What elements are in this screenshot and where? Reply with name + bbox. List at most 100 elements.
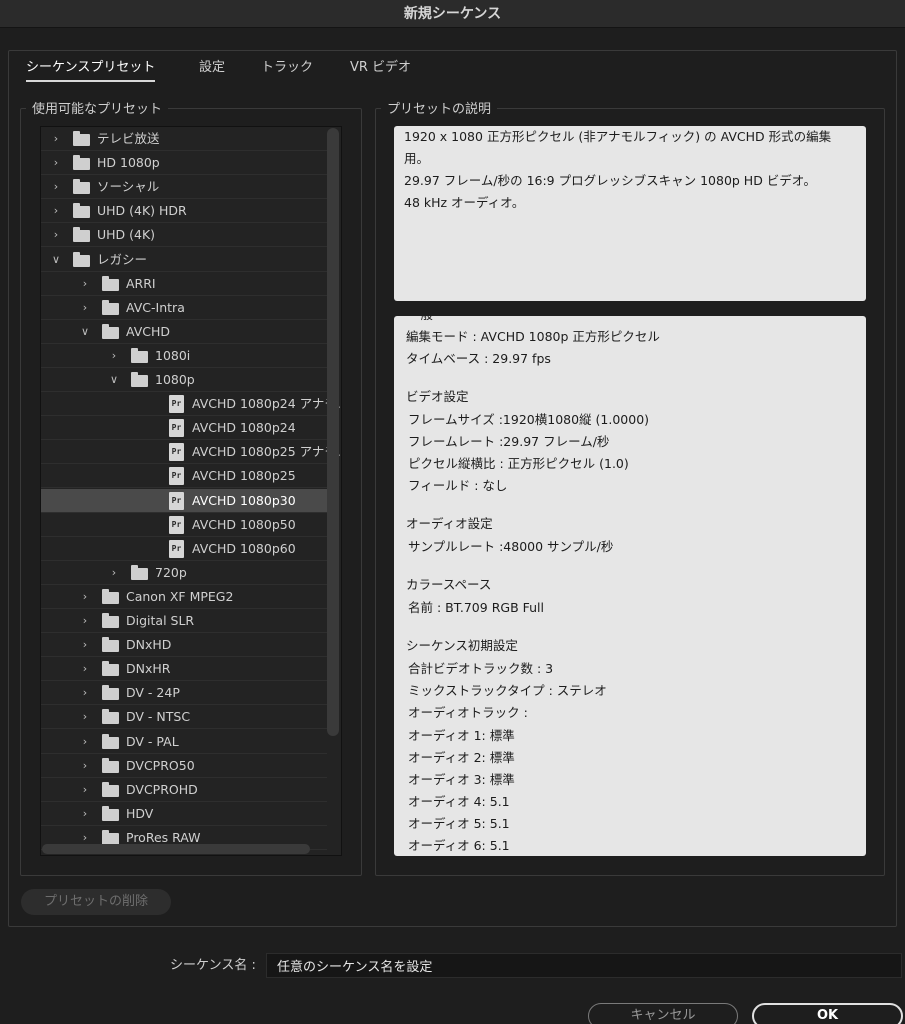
- folder-label: Digital SLR: [126, 613, 195, 628]
- chevron-right-icon[interactable]: ›: [107, 344, 121, 368]
- detail-value: サンプルレート :48000 サンプル/秒: [408, 539, 614, 554]
- chevron-right-icon[interactable]: ›: [78, 754, 92, 778]
- folder-icon: [73, 227, 90, 242]
- folder-label: UHD (4K): [97, 227, 156, 242]
- detail-value: オーディオトラック :: [408, 705, 528, 720]
- preset-details-box[interactable]: 一般 編集モード : AVCHD 1080p 正方形ピクセルタイムベース : 2…: [394, 316, 866, 856]
- folder-item[interactable]: › Canon XF MPEG2: [41, 585, 327, 609]
- chevron-right-icon[interactable]: ›: [49, 127, 63, 151]
- chevron-right-icon[interactable]: ›: [78, 705, 92, 729]
- detail-heading: ビデオ設定: [406, 389, 469, 404]
- folder-label: HD 1080p: [97, 155, 160, 170]
- detail-value: オーディオ 6: 5.1: [408, 838, 510, 853]
- chevron-right-icon[interactable]: ›: [78, 657, 92, 681]
- folder-item[interactable]: › DVCPRO50: [41, 754, 327, 778]
- detail-heading: オーディオ設定: [406, 516, 493, 531]
- preset-item[interactable]: Pr AVCHD 1080p25 アナモ...: [41, 440, 341, 464]
- chevron-right-icon[interactable]: ›: [78, 585, 92, 609]
- folder-label: DV - 24P: [126, 685, 180, 700]
- detail-value: フィールド : なし: [408, 478, 508, 493]
- chevron-down-icon[interactable]: ∨: [107, 368, 121, 392]
- detail-heading: 編集モード : AVCHD 1080p 正方形ピクセル: [406, 329, 660, 344]
- folder-label: 1080p: [155, 372, 195, 387]
- folder-icon: [131, 348, 148, 363]
- sequence-name-label: シーケンス名 :: [170, 958, 256, 973]
- chevron-down-icon[interactable]: ∨: [49, 248, 63, 272]
- preset-item[interactable]: Pr AVCHD 1080p24: [41, 416, 327, 440]
- premiere-preset-icon: Pr: [169, 443, 184, 461]
- detail-value: オーディオ 4: 5.1: [408, 794, 510, 809]
- folder-item[interactable]: › DVCPROHD: [41, 778, 327, 802]
- tab-sequence-presets[interactable]: シーケンスプリセット: [26, 58, 156, 82]
- cancel-button[interactable]: キャンセル: [588, 1003, 738, 1024]
- preset-item[interactable]: Pr AVCHD 1080p24 アナモ...: [41, 392, 341, 416]
- preset-item[interactable]: Pr AVCHD 1080p25: [41, 464, 327, 488]
- folder-label: DNxHD: [126, 637, 172, 652]
- ok-button[interactable]: OK: [752, 1003, 903, 1024]
- chevron-right-icon[interactable]: ›: [78, 681, 92, 705]
- preset-item[interactable]: Pr AVCHD 1080p50: [41, 513, 327, 537]
- chevron-right-icon[interactable]: ›: [78, 802, 92, 826]
- folder-item[interactable]: › DV - PAL: [41, 730, 327, 754]
- details-section-header: 一般: [408, 316, 433, 326]
- preset-item[interactable]: Pr AVCHD 1080p60: [41, 537, 327, 561]
- folder-icon: [102, 276, 119, 291]
- folder-icon: [102, 661, 119, 676]
- folder-label: 720p: [155, 565, 187, 580]
- chevron-right-icon[interactable]: ›: [49, 151, 63, 175]
- folder-item[interactable]: › UHD (4K): [41, 223, 327, 247]
- folder-item[interactable]: › 720p: [41, 561, 327, 585]
- delete-preset-button[interactable]: プリセットの削除: [21, 889, 171, 915]
- preset-label: AVCHD 1080p25 アナモ...: [192, 444, 342, 459]
- chevron-down-icon[interactable]: ∨: [78, 320, 92, 344]
- folder-item[interactable]: ∨ レガシー: [41, 248, 327, 272]
- chevron-right-icon[interactable]: ›: [78, 730, 92, 754]
- folder-item[interactable]: › DV - 24P: [41, 681, 327, 705]
- folder-item[interactable]: › Digital SLR: [41, 609, 327, 633]
- detail-value: 名前 : BT.709 RGB Full: [408, 600, 544, 615]
- folder-item[interactable]: › 1080i: [41, 344, 327, 368]
- tree-horizontal-scrollbar[interactable]: [42, 844, 310, 854]
- folder-item[interactable]: › DV - NTSC: [41, 705, 327, 729]
- preset-tree[interactable]: › テレビ放送 › HD 1080p › ソーシャル › UHD (4K) HDR › UHD (…: [40, 126, 342, 856]
- folder-item[interactable]: › ARRI: [41, 272, 327, 296]
- premiere-preset-icon: Pr: [169, 395, 184, 413]
- chevron-right-icon[interactable]: ›: [78, 633, 92, 657]
- chevron-right-icon[interactable]: ›: [78, 272, 92, 296]
- folder-item[interactable]: › HDV: [41, 802, 327, 826]
- tab-vr-video[interactable]: VR ビデオ: [350, 58, 411, 82]
- preset-label: AVCHD 1080p60: [192, 541, 296, 556]
- folder-item[interactable]: › AVC-Intra: [41, 296, 327, 320]
- chevron-right-icon[interactable]: ›: [49, 175, 63, 199]
- preset-label: AVCHD 1080p24 アナモ...: [192, 396, 342, 411]
- chevron-right-icon[interactable]: ›: [49, 199, 63, 223]
- description-line: 29.97 フレーム/秒の 16:9 プログレッシブスキャン 1080p HD …: [404, 173, 817, 188]
- folder-item[interactable]: › テレビ放送: [41, 127, 327, 151]
- tab-tracks[interactable]: トラック: [261, 58, 313, 82]
- folder-icon: [102, 685, 119, 700]
- detail-value: オーディオ 3: 標準: [408, 772, 515, 787]
- folder-item[interactable]: › HD 1080p: [41, 151, 327, 175]
- tab-settings[interactable]: 設定: [199, 58, 225, 82]
- folder-icon: [102, 637, 119, 652]
- folder-item[interactable]: › UHD (4K) HDR: [41, 199, 327, 223]
- folder-item[interactable]: ∨ AVCHD: [41, 320, 327, 344]
- chevron-right-icon[interactable]: ›: [49, 223, 63, 247]
- folder-item[interactable]: › ソーシャル: [41, 175, 327, 199]
- folder-icon: [73, 179, 90, 194]
- chevron-right-icon[interactable]: ›: [107, 561, 121, 585]
- chevron-right-icon[interactable]: ›: [78, 778, 92, 802]
- premiere-preset-icon: Pr: [169, 516, 184, 534]
- preset-item[interactable]: Pr AVCHD 1080p30: [41, 489, 327, 513]
- premiere-preset-icon: Pr: [169, 467, 184, 485]
- folder-item[interactable]: ∨ 1080p: [41, 368, 327, 392]
- folder-item[interactable]: › DNxHR: [41, 657, 327, 681]
- tree-vertical-scrollbar[interactable]: [327, 128, 339, 736]
- folder-label: HDV: [126, 806, 154, 821]
- sequence-name-input[interactable]: [266, 953, 902, 978]
- folder-label: DNxHR: [126, 661, 171, 676]
- folder-label: Canon XF MPEG2: [126, 589, 234, 604]
- folder-item[interactable]: › DNxHD: [41, 633, 327, 657]
- chevron-right-icon[interactable]: ›: [78, 296, 92, 320]
- chevron-right-icon[interactable]: ›: [78, 609, 92, 633]
